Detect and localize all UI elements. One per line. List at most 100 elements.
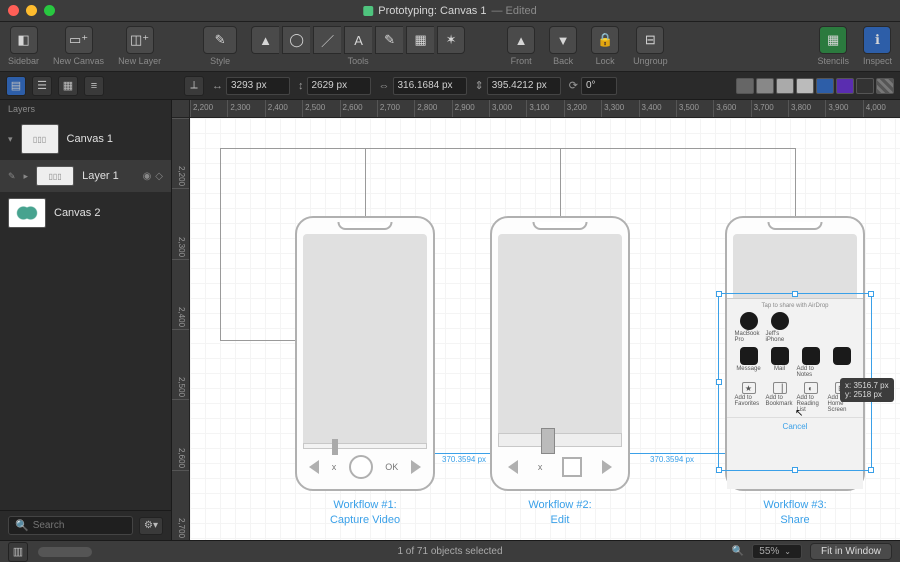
notch: [533, 222, 588, 230]
lock-icon[interactable]: ◇: [155, 171, 163, 182]
record-button[interactable]: [349, 455, 373, 479]
rewind-icon[interactable]: [309, 460, 319, 474]
main-area: Layers ▾ ▯▯▯ Canvas 1 ✎ ▸ ▯▯▯ Layer 1 ◉ …: [0, 100, 900, 540]
status-page-button[interactable]: ▥: [8, 542, 28, 562]
w-icon: ⇔: [379, 80, 390, 92]
x-label: x: [538, 462, 543, 472]
tb-sidebar-group: ◧ Sidebar: [8, 26, 39, 66]
sidebar-gear-button[interactable]: ⚙▾: [139, 517, 163, 535]
swatch-6[interactable]: [836, 78, 854, 94]
view-outline-icon[interactable]: ☰: [32, 76, 52, 96]
zoom-out-icon[interactable]: 🔍: [732, 546, 744, 557]
share-action-2[interactable]: ▕Add to Bookmark: [766, 382, 794, 413]
prev-icon[interactable]: [508, 460, 518, 474]
color-swatches: [736, 78, 894, 94]
next-icon[interactable]: [602, 460, 612, 474]
search-field[interactable]: 🔍: [8, 516, 133, 535]
swatch-4[interactable]: [796, 78, 814, 94]
view-layers-icon[interactable]: ▤: [6, 76, 26, 96]
ruler-toggle[interactable]: ⟂: [184, 76, 204, 96]
tool-grid[interactable]: ▦: [406, 26, 434, 54]
tool-text[interactable]: A: [344, 26, 372, 54]
tb-style-group: ✎ Style: [203, 26, 237, 66]
phone-frame-2[interactable]: x: [490, 216, 630, 491]
swatch-accent[interactable]: [816, 78, 834, 94]
ruler-tick: 3,400: [639, 100, 676, 117]
tool-select[interactable]: ▲: [251, 26, 279, 54]
zoom-icon[interactable]: [44, 5, 55, 16]
search-icon: 🔍: [15, 519, 29, 532]
stop-button[interactable]: [562, 457, 582, 477]
tool-line[interactable]: ／: [313, 26, 341, 54]
coord-y-input[interactable]: [307, 77, 371, 95]
tb-back-label: Back: [553, 56, 573, 66]
coord-x-input[interactable]: [226, 77, 290, 95]
tb-style-label: Style: [210, 56, 230, 66]
visibility-icon[interactable]: ◉: [143, 171, 152, 182]
swatch-stroke[interactable]: [736, 78, 754, 94]
tool-shape[interactable]: ◯: [282, 26, 310, 54]
fit-window-button[interactable]: Fit in Window: [810, 543, 892, 560]
swatch-pattern[interactable]: [876, 78, 894, 94]
view-grid-icon[interactable]: ▦: [58, 76, 78, 96]
share-action-1[interactable]: ★Add to Favorites: [735, 382, 763, 413]
swatch-shadow[interactable]: [776, 78, 794, 94]
swatch-7[interactable]: [856, 78, 874, 94]
send-back-button[interactable]: ▼: [549, 26, 577, 54]
horizontal-scrollbar[interactable]: [38, 547, 92, 557]
ruler-tick: 2,500: [172, 329, 189, 399]
ruler-tick: 2,300: [227, 100, 264, 117]
coord-h-input[interactable]: [487, 77, 561, 95]
ruler-tick: 3,800: [788, 100, 825, 117]
phone-frame-3[interactable]: Tap to share with AirDrop MacBook Pro Je…: [725, 216, 865, 491]
ungroup-button[interactable]: ⊟: [636, 26, 664, 54]
share-app-2[interactable]: Mail: [766, 347, 794, 378]
layer-item-canvas1[interactable]: ▾ ▯▯▯ Canvas 1: [0, 118, 171, 160]
tb-lock-label: Lock: [596, 56, 615, 66]
lock-button[interactable]: 🔒: [591, 26, 619, 54]
canvas-viewport[interactable]: 2,2002,3002,4002,5002,6002,7002,8002,900…: [172, 100, 900, 540]
disclosure-icon[interactable]: ▾: [8, 134, 13, 145]
coord-w-input[interactable]: [393, 77, 467, 95]
stencils-button[interactable]: ▦: [819, 26, 847, 54]
canvas1-thumb: ▯▯▯: [21, 124, 59, 154]
share-cancel-button[interactable]: Cancel: [727, 417, 863, 435]
design-canvas[interactable]: x OK Workflow #1:Capture Video x: [190, 118, 900, 540]
cursor-icon: ↖: [795, 408, 803, 419]
disclosure-icon[interactable]: ▸: [24, 171, 29, 182]
swatch-fill[interactable]: [756, 78, 774, 94]
style-button[interactable]: ✎: [203, 26, 237, 54]
search-input[interactable]: [33, 520, 126, 531]
ruler-tick: 2,200: [190, 100, 227, 117]
airdrop-target-2[interactable]: Jeff's iPhone: [766, 312, 794, 343]
share-app-1[interactable]: Message: [735, 347, 763, 378]
airdrop-target-1[interactable]: MacBook Pro: [735, 312, 763, 343]
phone-frame-1[interactable]: x OK: [295, 216, 435, 491]
new-canvas-button[interactable]: ▭⁺: [65, 26, 93, 54]
layer-item-canvas2[interactable]: Canvas 2: [0, 192, 171, 234]
share-app-3[interactable]: Add to Notes: [797, 347, 825, 378]
notch: [768, 222, 823, 230]
canvas1-name: Canvas 1: [67, 133, 113, 145]
minimize-icon[interactable]: [26, 5, 37, 16]
inspect-button[interactable]: ℹ: [863, 26, 891, 54]
share-app-4[interactable]: [828, 347, 856, 378]
horizontal-ruler[interactable]: 2,2002,3002,4002,5002,6002,7002,8002,900…: [190, 100, 900, 118]
close-icon[interactable]: [8, 5, 19, 16]
new-layer-button[interactable]: ◫⁺: [126, 26, 154, 54]
glasses-icon: ◐: [804, 382, 818, 394]
vertical-ruler[interactable]: 2,2002,3002,4002,5002,6002,700: [172, 118, 190, 540]
ruler-origin[interactable]: [172, 100, 190, 118]
timeline-2: [498, 433, 622, 447]
rot-icon: ⟳: [569, 79, 578, 92]
tool-point[interactable]: ✶: [437, 26, 465, 54]
coord-rot-input[interactable]: [581, 77, 617, 95]
zoom-dropdown[interactable]: 55% ⌄: [752, 544, 802, 559]
forward-icon[interactable]: [411, 460, 421, 474]
bring-front-button[interactable]: ▲: [507, 26, 535, 54]
view-list-icon[interactable]: ≡: [84, 76, 104, 96]
toggle-sidebar-button[interactable]: ◧: [10, 26, 38, 54]
layer-item-layer1[interactable]: ✎ ▸ ▯▯▯ Layer 1 ◉ ◇: [0, 160, 171, 192]
tool-pen[interactable]: ✎: [375, 26, 403, 54]
ok-label[interactable]: OK: [385, 462, 398, 472]
